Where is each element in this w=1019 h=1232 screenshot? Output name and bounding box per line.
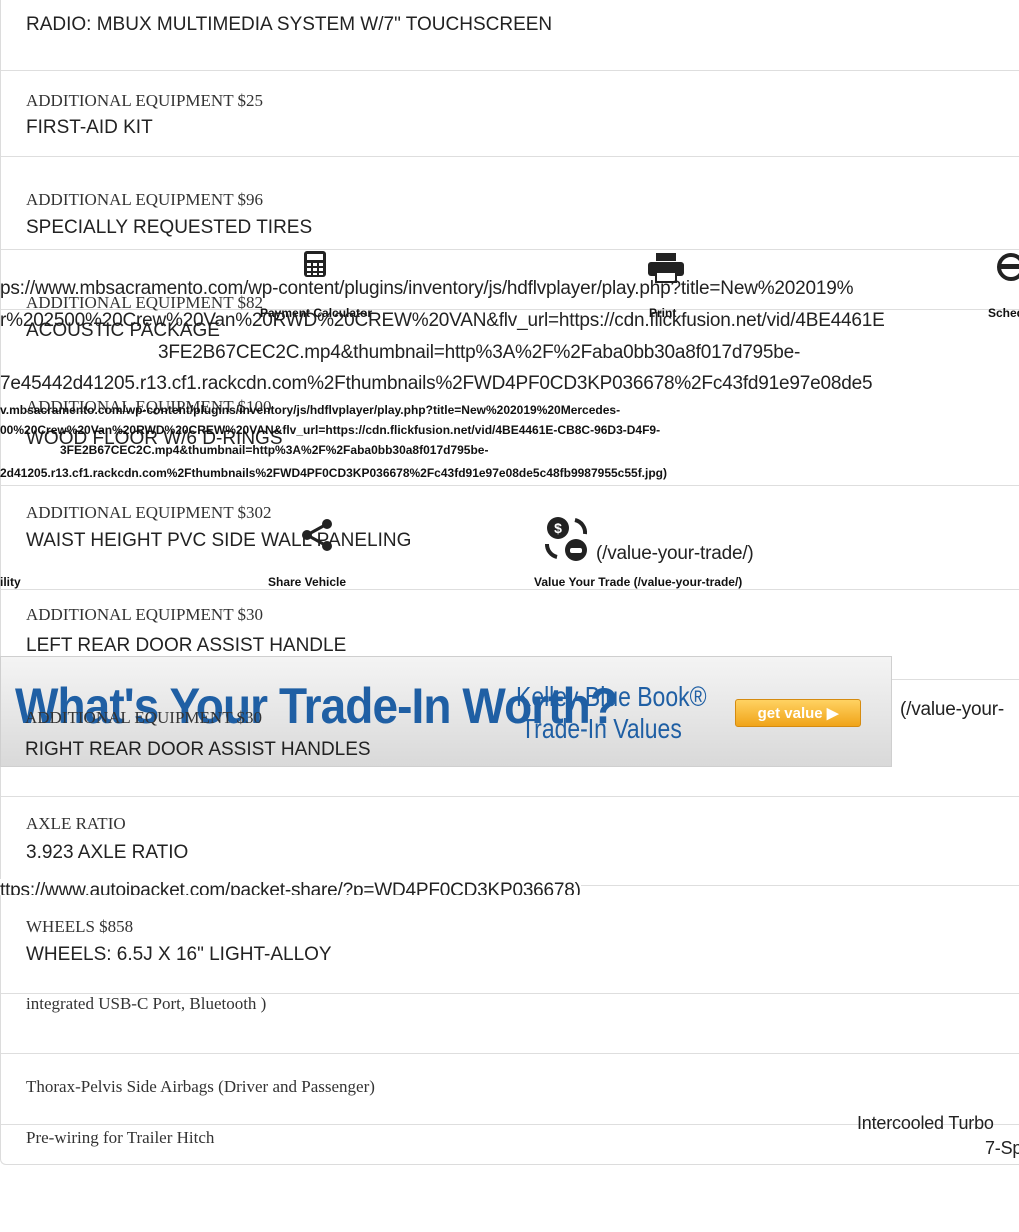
option-category-overlay: ADDITIONAL EQUIPMENT $30: [25, 708, 263, 727]
trade-value-icon[interactable]: $: [542, 514, 592, 569]
packet-share-link[interactable]: ttps://www.autoipacket.com/packet-share/…: [0, 879, 581, 895]
option-category: AXLE RATIO: [26, 814, 126, 833]
option-row: ADDITIONAL EQUIPMENT $302 WAIST HEIGHT P…: [1, 486, 1019, 590]
value-your-trade-label[interactable]: Value Your Trade (/value-your-trade/): [534, 575, 742, 589]
schedule-label[interactable]: Schedule T: [988, 306, 1019, 320]
engine-spec-line: 7-Sp: [985, 1138, 1019, 1158]
video-url-bold-line[interactable]: 2d41205.r13.cf1.rackcdn.com%2Fthumbnails…: [0, 466, 667, 480]
option-row: ADDITIONAL EQUIPMENT $100 WOOD FLOOR W/6…: [1, 310, 1019, 486]
option-value: SPECIALLY REQUESTED TIRES: [26, 217, 313, 238]
steering-wheel-icon[interactable]: [996, 252, 1019, 287]
video-url-line[interactable]: 7e45442d41205.r13.cf1.rackcdn.com%2Fthum…: [0, 373, 873, 395]
option-row: AXLE RATIO 3.923 AXLE RATIO: [1, 797, 1019, 886]
option-value: WHEELS: 6.5J X 16" LIGHT-ALLOY: [26, 944, 332, 965]
feature-row: integrated USB-C Port, Bluetooth ): [1, 994, 1019, 1054]
video-url-bold-line[interactable]: v.mbsacramento.com/wp-content/plugins/in…: [0, 403, 620, 417]
option-category: WHEELS $858: [26, 917, 134, 936]
video-url-line[interactable]: ps://www.mbsacramento.com/wp-content/plu…: [0, 278, 854, 300]
kbb-logo-line1: Kelley Blue Book®: [516, 681, 707, 712]
get-value-button[interactable]: get value ▶: [735, 699, 861, 727]
video-url-bold-line[interactable]: 3FE2B67CEC2C.mp4&thumbnail=http%3A%2F%2F…: [60, 443, 488, 457]
option-row: WHEELS $858 WHEELS: 6.5J X 16" LIGHT-ALL…: [1, 886, 1019, 994]
option-row: ADDITIONAL EQUIPMENT $25 FIRST-AID KIT: [1, 71, 1019, 157]
feature-text: Pre-wiring for Trailer Hitch: [26, 1128, 215, 1147]
option-category: ADDITIONAL EQUIPMENT $30: [26, 605, 264, 624]
kbb-logo-line2: Trade-In Values: [521, 713, 682, 744]
share-icon[interactable]: [300, 518, 334, 557]
share-vehicle-label[interactable]: Share Vehicle: [268, 575, 346, 589]
option-value: 3.923 AXLE RATIO: [26, 842, 189, 863]
vehicle-options-list: RADIO: MBUX MULTIMEDIA SYSTEM W/7" TOUCH…: [0, 0, 1019, 1165]
banner-link[interactable]: (/value-your-: [900, 699, 1004, 721]
video-url-line[interactable]: r%202500%20Crew%20Van%20RWD%20CREW%20VAN…: [0, 310, 885, 332]
feature-text: Thorax-Pelvis Side Airbags (Driver and P…: [26, 1077, 375, 1096]
engine-spec-line: Intercooled Turbo: [857, 1113, 994, 1133]
svg-text:$: $: [554, 520, 562, 536]
option-value: FIRST-AID KIT: [26, 117, 153, 138]
video-url-bold-line[interactable]: 00%20Crew%20Van%20RWD%20CREW%20VAN&flv_u…: [0, 423, 660, 437]
option-value: RADIO: MBUX MULTIMEDIA SYSTEM W/7" TOUCH…: [26, 14, 553, 35]
option-row: RADIO: MBUX MULTIMEDIA SYSTEM W/7" TOUCH…: [1, 0, 1019, 71]
option-value: WAIST HEIGHT PVC SIDE WALL PANELING: [26, 530, 412, 551]
availability-label[interactable]: ility: [0, 575, 21, 589]
option-value: LEFT REAR DOOR ASSIST HANDLE: [26, 635, 347, 656]
option-row: ADDITIONAL EQUIPMENT $96 SPECIALLY REQUE…: [1, 157, 1019, 250]
value-trade-link[interactable]: (/value-your-trade/): [596, 543, 754, 565]
feature-text: integrated USB-C Port, Bluetooth ): [26, 994, 267, 1013]
option-category: ADDITIONAL EQUIPMENT $25: [26, 91, 264, 110]
option-category: ADDITIONAL EQUIPMENT $302: [26, 503, 272, 522]
video-url-line[interactable]: 3FE2B67CEC2C.mp4&thumbnail=http%3A%2F%2F…: [158, 342, 800, 364]
option-value-overlay: RIGHT REAR DOOR ASSIST HANDLES: [25, 739, 371, 760]
option-category: ADDITIONAL EQUIPMENT $96: [26, 190, 264, 209]
